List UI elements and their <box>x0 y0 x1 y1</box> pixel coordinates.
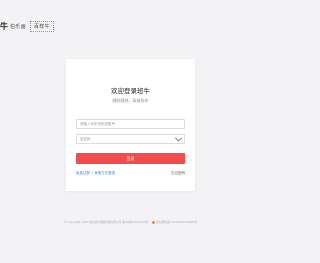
police-badge-icon <box>152 220 156 224</box>
login-card: 欢迎登录班牛 随时随地，高效协作 请输入手机号码或账号 验证码 登录 免费注册 … <box>66 59 195 191</box>
login-button[interactable]: 登录 <box>76 153 185 164</box>
brand-header: 牛 伯乐画 百样牛 <box>0 20 54 32</box>
login-links-left: 免费注册 | 其他方式登录 <box>76 171 115 176</box>
brand-slogan: 伯乐画 <box>10 23 26 30</box>
login-links: 免费注册 | 其他方式登录 忘记密码 <box>76 170 185 176</box>
login-title: 欢迎登录班牛 <box>111 87 150 95</box>
brand-logo[interactable]: 牛 <box>0 21 8 32</box>
register-link[interactable]: 免费注册 <box>76 171 90 176</box>
verification-input-placeholder: 验证码 <box>80 136 91 141</box>
forgot-password-link[interactable]: 忘记密码 <box>171 171 185 176</box>
brand-tag: 百样牛 <box>29 20 54 32</box>
login-page: 牛 伯乐画 百样牛 欢迎登录班牛 随时随地，高效协作 请输入手机号码或账号 验证… <box>0 0 261 263</box>
phone-input[interactable]: 请输入手机号码或账号 <box>76 119 185 129</box>
footer-icp[interactable]: 浙公网安备 33010602009888号 <box>152 220 197 224</box>
footer: © Copyright 2020 杭州班牛网络科技有限公司 浙ICP备16023… <box>0 220 261 224</box>
footer-icp-text: 浙公网安备 33010602009888号 <box>156 220 198 224</box>
footer-copyright: © Copyright 2020 杭州班牛网络科技有限公司 浙ICP备16023… <box>63 220 149 224</box>
other-login-link[interactable]: 其他方式登录 <box>94 171 115 176</box>
verification-input[interactable]: 验证码 <box>76 134 185 144</box>
phone-input-placeholder: 请输入手机号码或账号 <box>80 121 115 126</box>
login-subtitle: 随时随地，高效协作 <box>112 98 149 103</box>
chevron-down-icon[interactable] <box>174 134 183 142</box>
link-separator: | <box>91 170 93 175</box>
